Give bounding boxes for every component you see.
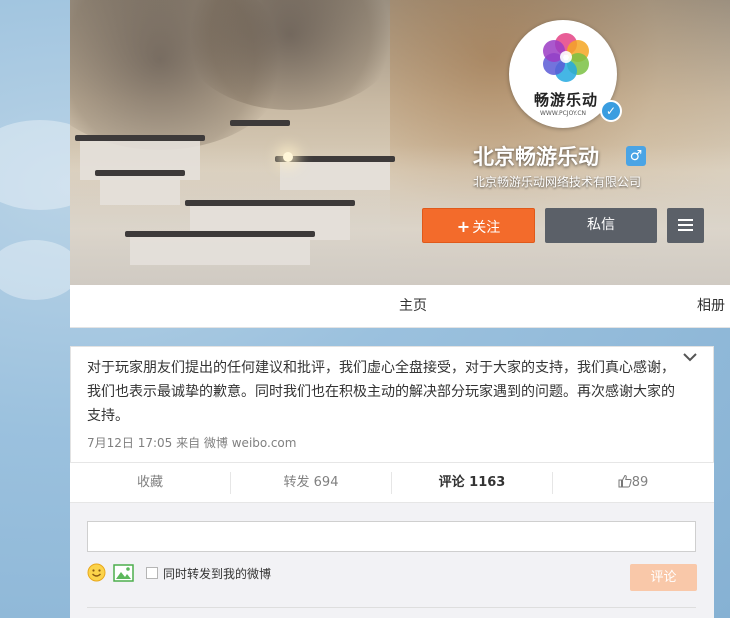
logo-flower-icon	[539, 30, 593, 84]
male-gender-icon: ♂	[626, 146, 646, 166]
repost-option-label[interactable]: 同时转发到我的微博	[163, 565, 271, 582]
sun-glow	[283, 152, 293, 162]
post-text: 对于玩家朋友们提出的任何建议和批评，我们虚心全盘接受，对于大家的支持，我们真心感…	[87, 360, 675, 424]
repost-button[interactable]: 转发 694	[231, 463, 391, 503]
profile-company[interactable]: 北京畅游乐动网络技术有限公司	[473, 173, 673, 190]
comment-button[interactable]: 评论 1163	[392, 463, 552, 503]
thumbs-up-icon	[618, 474, 632, 488]
profile-name: 北京畅游乐动	[473, 145, 599, 169]
message-button[interactable]: 私信	[545, 208, 657, 243]
post-actions-bar: 收藏 转发 694 评论 1163 89	[70, 462, 714, 502]
follow-button[interactable]: + 关注	[422, 208, 535, 243]
more-menu-button[interactable]	[667, 208, 704, 243]
avatar-brand-url: WWW.PCJOY.CN	[539, 110, 587, 117]
chevron-down-icon[interactable]	[680, 350, 700, 364]
repost-checkbox[interactable]	[146, 567, 158, 579]
like-count: 89	[631, 475, 649, 490]
plus-icon: +	[456, 217, 471, 236]
favorite-button[interactable]: 收藏	[70, 463, 230, 503]
comment-input[interactable]	[87, 521, 696, 552]
tab-album[interactable]: 相册	[697, 285, 725, 328]
like-button[interactable]: 89	[553, 463, 713, 503]
profile-navbar: 主页 相册	[70, 285, 730, 328]
verified-badge-icon: ✓	[600, 100, 622, 122]
post-meta[interactable]: 7月12日 17:05 来自 微博 weibo.com	[87, 434, 296, 451]
tab-home[interactable]: 主页	[399, 285, 427, 328]
follow-label: 关注	[472, 220, 501, 236]
menu-icon-line	[678, 224, 693, 226]
comment-area	[70, 502, 714, 618]
submit-comment-button[interactable]: 评论	[630, 564, 697, 591]
menu-icon-line	[678, 219, 693, 221]
image-upload-icon[interactable]	[113, 564, 134, 582]
emoji-icon[interactable]	[87, 563, 106, 582]
menu-icon-line	[678, 229, 693, 231]
divider	[87, 607, 696, 608]
